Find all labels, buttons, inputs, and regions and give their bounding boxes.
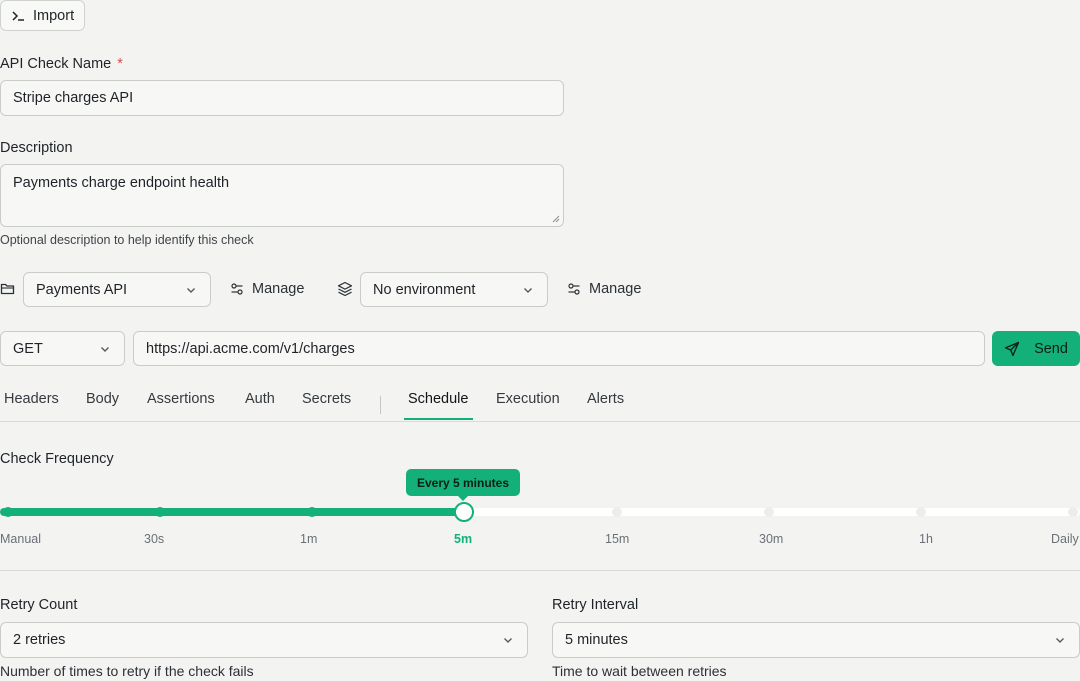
chevron-down-icon [1053,633,1067,647]
tab-secrets[interactable]: Secrets [302,391,351,407]
tab-divider [380,396,381,414]
environment-manage-button[interactable]: Manage [567,281,641,297]
tick-label-30m: 30m [759,532,784,546]
slider-thumb[interactable] [454,502,474,522]
send-icon [1004,341,1020,357]
retry-count-label: Retry Count [0,597,78,613]
description-field[interactable]: Payments charge endpoint health [0,164,564,227]
slider-tick-dot [3,507,13,517]
retry-interval-label: Retry Interval [552,597,639,613]
frequency-label: Check Frequency [0,451,114,467]
tab-body[interactable]: Body [86,391,119,407]
tick-label-30s: 30s [144,532,165,546]
tabs-divider [0,421,1080,422]
tick-label-manual: Manual [0,532,41,546]
group-manage-button[interactable]: Manage [230,281,304,297]
tab-auth[interactable]: Auth [245,391,275,407]
retry-count-help: Number of times to retry if the check fa… [0,663,254,679]
retry-interval-help: Time to wait between retries [552,663,727,679]
slider-tick-dot [764,507,774,517]
slider-tick-dot [155,507,165,517]
retry-interval-select[interactable]: 5 minutes [552,622,1080,658]
sliders-icon [567,282,581,296]
url-input[interactable]: https://api.acme.com/v1/charges [133,331,985,366]
required-mark: * [117,56,123,72]
folder-icon [0,281,16,297]
tab-alerts[interactable]: Alerts [587,391,624,407]
group-select[interactable]: Payments API [23,272,211,307]
slider-tick-dot [916,507,926,517]
chevron-down-icon [98,342,112,356]
tick-label-5m: 5m [454,532,473,546]
tick-label-1h: 1h [919,532,933,546]
name-label: API Check Name * [0,56,123,72]
resize-handle-icon[interactable] [551,214,560,223]
chevron-down-icon [184,283,198,297]
method-select[interactable]: GET [0,331,125,366]
slider-fill [0,508,462,516]
description-label: Description [0,140,73,156]
chevron-down-icon [521,283,535,297]
tab-headers[interactable]: Headers [4,391,59,407]
slider-tick-dot [1068,507,1078,517]
sliders-icon [230,282,244,296]
tick-label-daily: Daily [1051,532,1079,546]
slider-tick-dot [612,507,622,517]
environment-select[interactable]: No environment [360,272,548,307]
retry-count-select[interactable]: 2 retries [0,622,528,658]
tab-schedule[interactable]: Schedule [408,391,468,407]
send-button[interactable]: Send [992,331,1080,366]
import-button[interactable]: Import [0,0,85,31]
tab-execution[interactable]: Execution [496,391,560,407]
active-tab-indicator [404,418,473,420]
frequency-tooltip: Every 5 minutes [406,469,520,501]
layers-icon [337,281,353,297]
slider-tick-dot [307,507,317,517]
name-field[interactable]: Stripe charges API [0,80,564,116]
tick-label-15m: 15m [605,532,630,546]
chevron-down-icon [501,633,515,647]
tick-label-1m: 1m [300,532,318,546]
section-divider [0,570,1080,571]
tab-assertions[interactable]: Assertions [147,391,215,407]
import-label: Import [33,7,75,24]
terminal-icon [11,9,25,23]
description-help: Optional description to help identify th… [0,233,254,247]
